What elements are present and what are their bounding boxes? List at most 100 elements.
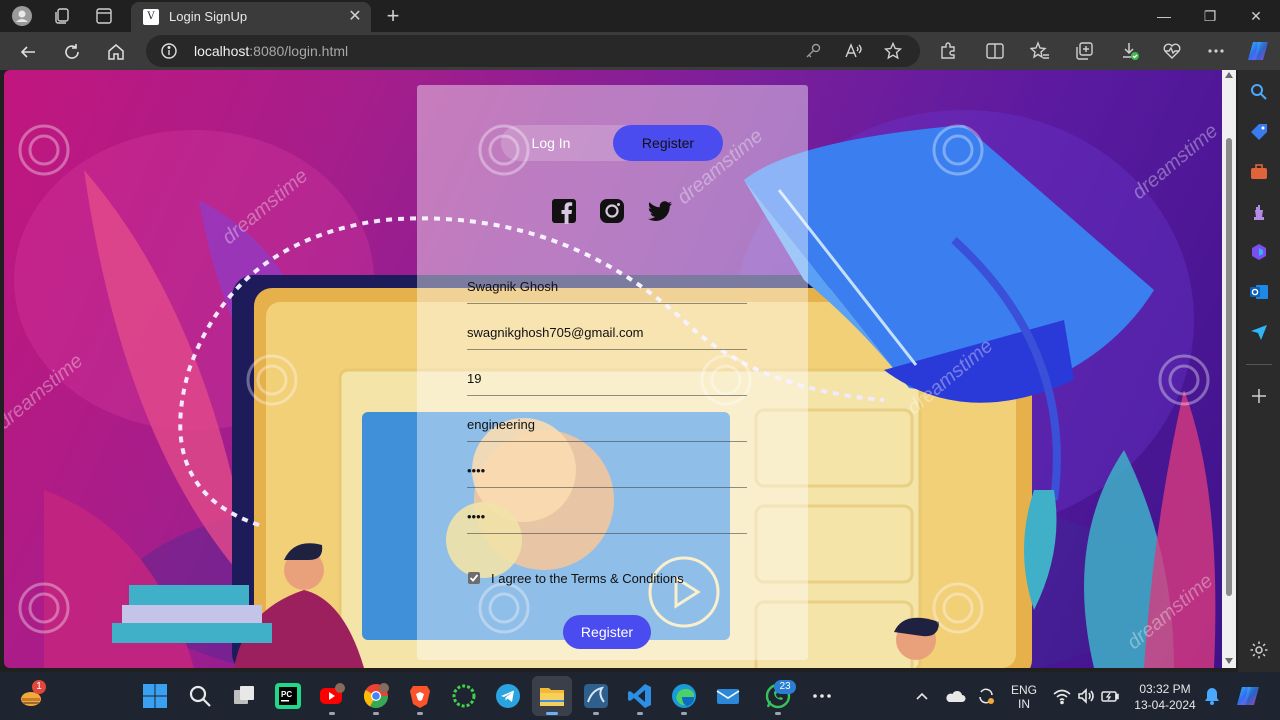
telegram-icon[interactable] [494,682,522,710]
form-toggle: Log In Register [501,125,723,161]
outlook-icon[interactable] [1249,282,1269,302]
onedrive-cloud-icon[interactable] [944,686,966,706]
clock-date: 13-04-2024 [1134,698,1196,712]
brave-running-indicator [417,712,423,715]
edge-sidebar [1238,70,1280,672]
collections-icon[interactable] [1074,41,1094,61]
edge-icon[interactable] [670,682,698,710]
page-scrollbar[interactable] [1222,70,1236,668]
start-windows-icon[interactable] [141,682,169,710]
refresh-icon[interactable] [58,38,86,66]
favorites-icon[interactable] [1029,41,1050,61]
sidebar-settings-gear-icon[interactable] [1249,640,1269,660]
read-aloud-icon[interactable] [844,42,862,60]
search-icon[interactable] [1249,82,1269,102]
workbench-running-indicator [593,712,599,715]
tab-actions-icon[interactable] [94,6,114,26]
settings-more-icon[interactable] [1206,41,1226,61]
title-bar: V Login SignUp ✕ + — ❐ ✕ [0,0,1280,32]
pycharm-icon[interactable]: PC [274,682,302,710]
clock[interactable]: 03:32 PM 13-04-2024 [1130,681,1200,713]
facebook-icon[interactable] [550,197,578,225]
notifications-bell-icon[interactable] [1202,686,1222,706]
wifi-icon[interactable] [1052,686,1072,706]
drop-send-icon[interactable] [1249,322,1269,342]
task-view-icon[interactable] [230,682,258,710]
terms-checkbox[interactable] [468,572,480,584]
shopping-tag-icon[interactable] [1249,122,1269,142]
register-form-card: Log In Register I agree to the Terms & C… [417,85,808,660]
vscode-running-indicator [637,712,643,715]
scroll-up-arrow-icon[interactable] [1225,72,1233,78]
mysql-workbench-icon[interactable] [582,682,610,710]
register-submit-button[interactable]: Register [563,615,651,649]
language-line-2: IN [1018,697,1030,711]
minimize-icon[interactable]: — [1144,4,1184,28]
url-text[interactable]: localhost:8080/login.html [194,43,348,59]
show-hidden-icons-chevron-up-icon[interactable] [912,686,932,706]
copilot-icon[interactable] [1246,39,1270,63]
login-tab-button[interactable]: Log In [501,125,601,161]
scroll-thumb[interactable] [1226,138,1232,596]
sync-update-icon[interactable] [976,686,996,706]
mail-icon[interactable] [714,682,742,710]
site-info-icon[interactable] [160,42,178,60]
new-tab-icon[interactable]: + [380,4,406,30]
page-viewport: dreamstime dreamstime dreamstime dreamst… [4,70,1222,668]
browser-toolbar: localhost:8080/login.html [0,32,1280,70]
back-icon[interactable] [14,38,42,66]
url-path: :8080/login.html [249,43,349,59]
whatsapp-badge: 23 [774,680,796,694]
browser-tab[interactable]: V Login SignUp ✕ [131,2,371,32]
browser-essentials-icon[interactable] [1162,41,1182,61]
sidebar-divider [1246,364,1272,365]
language-line-1: ENG [1010,683,1037,697]
register-tab-button[interactable]: Register [613,125,723,161]
downloads-icon[interactable] [1120,41,1140,61]
more-apps-icon[interactable] [808,682,836,710]
search-taskbar-icon[interactable] [186,682,214,710]
youtube-running-indicator [329,712,335,715]
file-explorer-icon[interactable] [532,676,572,716]
age-field[interactable] [467,362,747,396]
email-field[interactable] [467,316,747,350]
youtube-app-icon[interactable] [318,682,346,710]
add-sidebar-app-icon[interactable] [1249,386,1269,406]
address-bar[interactable]: localhost:8080/login.html [146,35,920,67]
password-key-icon[interactable] [804,42,822,60]
course-field[interactable] [467,408,747,442]
close-tab-icon[interactable]: ✕ [345,7,365,27]
confirm-password-field[interactable] [467,500,747,534]
edge-running-indicator [681,712,687,715]
url-host: localhost [194,43,250,59]
svg-text:PC: PC [281,690,292,699]
twitter-icon[interactable] [646,197,674,225]
volume-icon[interactable] [1076,686,1096,706]
games-icon[interactable] [1249,202,1269,222]
loader-app-icon[interactable] [450,682,478,710]
terms-label: I agree to the Terms & Conditions [491,571,684,586]
password-field[interactable] [467,454,747,488]
tools-briefcase-icon[interactable] [1249,162,1269,182]
weather-badge: 1 [32,680,46,694]
language-indicator[interactable]: ENG IN [1008,683,1040,711]
microsoft-365-icon[interactable] [1249,242,1269,262]
tab-title: Login SignUp [169,9,248,24]
profile-avatar-icon[interactable] [12,6,32,26]
watermark-text: dreamstime [1128,120,1222,204]
home-icon[interactable] [102,38,130,66]
name-field[interactable] [467,270,747,304]
workspaces-icon[interactable] [52,6,72,26]
split-screen-icon[interactable] [985,41,1005,61]
restore-icon[interactable]: ❐ [1190,4,1230,28]
extensions-icon[interactable] [938,41,958,61]
brave-icon[interactable] [406,682,434,710]
scroll-down-arrow-icon[interactable] [1225,658,1233,664]
vscode-icon[interactable] [626,682,654,710]
favorite-star-icon[interactable] [883,41,903,60]
chrome-icon[interactable] [362,682,390,710]
close-window-icon[interactable]: ✕ [1236,4,1276,28]
battery-charging-icon[interactable] [1100,686,1120,706]
instagram-icon[interactable] [598,197,626,225]
copilot-taskbar-icon[interactable] [1236,684,1260,708]
